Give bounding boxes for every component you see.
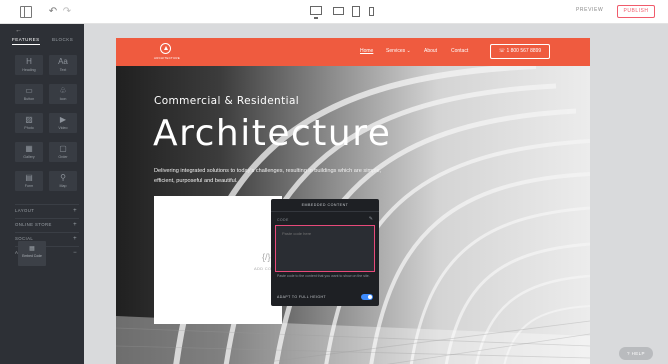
expand-icon: + — [73, 236, 77, 242]
heading-icon: H — [26, 57, 32, 66]
desktop-view-icon[interactable] — [310, 6, 322, 19]
tile-label: Video — [58, 126, 68, 130]
tile-label: Gallery — [23, 155, 35, 159]
nav-contact-link[interactable]: Contact — [451, 48, 468, 54]
code-input[interactable] — [275, 225, 375, 272]
tile-video[interactable]: ▶ Video — [49, 113, 77, 133]
site-logo[interactable]: ARCHITECTURE — [154, 43, 180, 63]
expand-icon: + — [73, 208, 77, 214]
tile-label: Icon — [59, 97, 67, 101]
collapse-icon: − — [73, 250, 77, 256]
logo-text: ARCHITECTURE — [154, 56, 180, 60]
features-sidebar: ← FEATURES BLOCKS H Heading Aa Text ▭ Bu… — [0, 24, 84, 364]
video-icon: ▶ — [59, 115, 67, 124]
tile-form[interactable]: ▤ Form — [15, 171, 43, 191]
nav-about-link[interactable]: About — [424, 48, 437, 54]
pencil-icon[interactable]: ✎ — [369, 216, 373, 222]
top-toolbar: ↶ ↷ PREVIEW PUBLISH — [0, 0, 668, 24]
expand-icon: + — [73, 222, 77, 228]
tablet-view-icon[interactable] — [352, 6, 360, 17]
tile-gallery[interactable]: ▦ Gallery — [15, 142, 43, 162]
hero-description[interactable]: Delivering integrated solutions to today… — [154, 166, 394, 186]
button-icon: ▭ — [25, 86, 33, 95]
site-navbar: ARCHITECTURE Home Services ⌄ About Conta… — [116, 38, 590, 66]
layout-panel-icon[interactable] — [20, 6, 32, 18]
undo-icon[interactable]: ↶ — [48, 6, 58, 18]
phone-button[interactable]: ☏ 1 800 567 8899 — [490, 44, 550, 59]
order-icon: ▢ — [59, 144, 67, 153]
tab-features[interactable]: FEATURES — [12, 37, 40, 45]
adapt-height-label: ADAPT TO FULL HEIGHT — [277, 295, 326, 299]
preview-button[interactable]: PREVIEW — [576, 7, 603, 13]
tile-label: Photo — [24, 126, 34, 130]
nav-home-link[interactable]: Home — [360, 48, 373, 54]
redo-icon[interactable]: ↷ — [62, 6, 72, 18]
nav-services-link[interactable]: Services ⌄ — [386, 48, 411, 54]
code-icon: {/} — [262, 252, 271, 262]
photo-icon: ▨ — [25, 115, 33, 124]
tile-button[interactable]: ▭ Button — [15, 84, 43, 104]
tile-order[interactable]: ▢ Order — [49, 142, 77, 162]
tile-label: Heading — [22, 68, 36, 72]
help-button[interactable]: ? HELP — [619, 347, 653, 360]
publish-button[interactable]: PUBLISH — [617, 5, 655, 18]
tile-heading[interactable]: H Heading — [15, 55, 43, 75]
tile-map[interactable]: ⚲ Map — [49, 171, 77, 191]
panel-divider — [271, 211, 379, 212]
panel-title: EMBEDDED CONTENT — [301, 203, 349, 207]
hero-subtitle[interactable]: Commercial & Residential — [154, 95, 299, 107]
section-label: LAYOUT — [15, 208, 35, 213]
tile-label: Order — [58, 155, 68, 159]
tile-label: Form — [24, 184, 34, 188]
tile-label: Map — [59, 184, 67, 188]
back-arrow-icon[interactable]: ← — [15, 27, 22, 34]
embed-placeholder-block[interactable]: {/} ADD CODE — [154, 196, 282, 324]
phone-view-icon[interactable] — [369, 7, 374, 16]
tile-icon[interactable]: ♧ Icon — [49, 84, 77, 104]
logo-icon — [160, 43, 171, 54]
tile-embed-code[interactable]: ▦ Embed Code — [18, 241, 46, 266]
text-icon: Aa — [58, 57, 68, 66]
tile-label: Text — [59, 68, 67, 72]
code-help-text: Paste code to the content that you want … — [277, 274, 370, 278]
form-icon: ▤ — [25, 173, 33, 182]
tab-blocks[interactable]: BLOCKS — [52, 37, 73, 42]
section-layout[interactable]: LAYOUT + — [15, 204, 79, 216]
tile-text[interactable]: Aa Text — [49, 55, 77, 75]
embed-code-icon: ▦ — [29, 246, 35, 252]
hero-title[interactable]: Architecture — [153, 111, 391, 157]
gallery-icon: ▦ — [25, 144, 33, 153]
section-online-store[interactable]: ONLINE STORE + — [15, 218, 79, 230]
sidebar-tabs: FEATURES BLOCKS — [12, 37, 78, 47]
tile-photo[interactable]: ▨ Photo — [15, 113, 43, 133]
tile-label: Embed Code — [22, 254, 42, 258]
adapt-height-toggle[interactable] — [361, 294, 373, 300]
code-label: CODE — [277, 218, 289, 222]
icon-icon: ♧ — [59, 86, 67, 95]
tile-label: Button — [23, 97, 35, 101]
map-icon: ⚲ — [60, 173, 66, 182]
section-label: ONLINE STORE — [15, 222, 52, 227]
laptop-view-icon[interactable] — [333, 7, 344, 15]
embedded-content-panel: EMBEDDED CONTENT CODE ✎ Paste code to th… — [271, 199, 379, 306]
